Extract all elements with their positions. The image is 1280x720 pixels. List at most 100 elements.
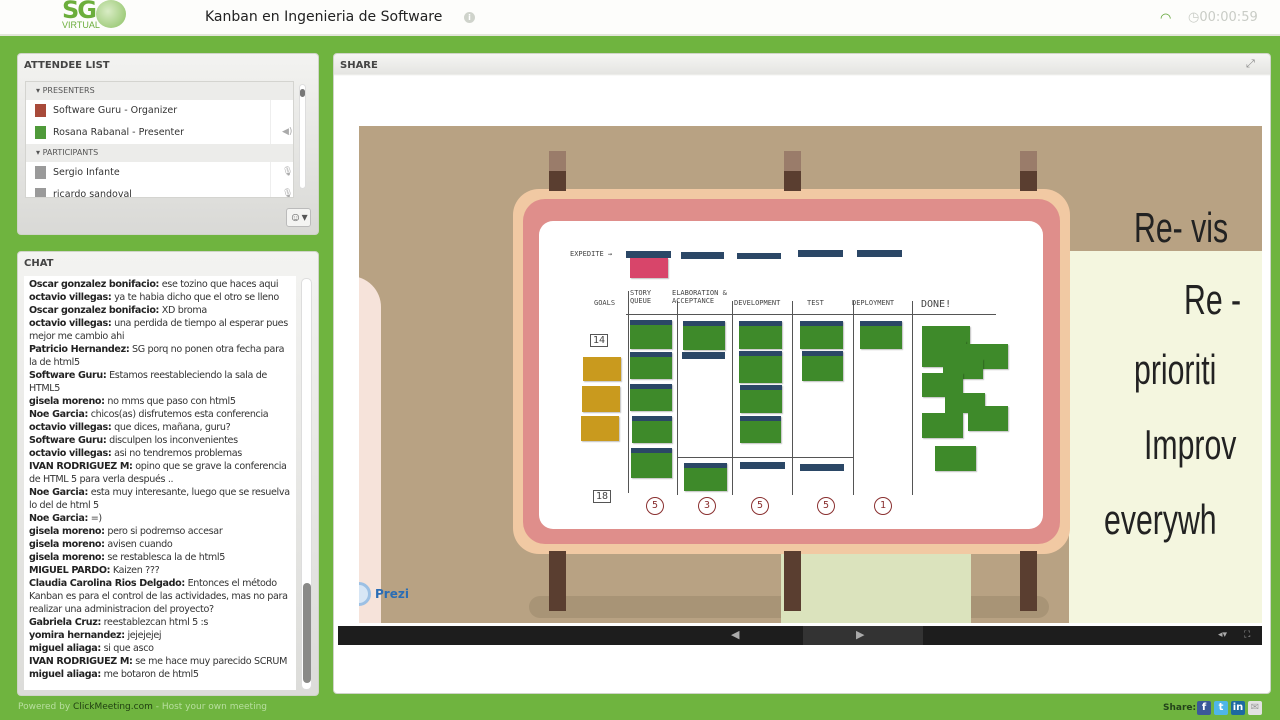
- attendee-group-header[interactable]: ▾ PARTICIPANTS: [26, 144, 293, 162]
- done-card: [922, 413, 963, 438]
- expedite-card: [630, 258, 668, 278]
- column-divider: [628, 291, 629, 493]
- connection-signal-icon: ◠: [1160, 10, 1172, 25]
- blue-blocker-strip: [857, 250, 902, 257]
- attendee-name: Software Guru - Organizer: [53, 105, 178, 116]
- share-label: Share:: [1163, 703, 1197, 713]
- chat-author: Software Guru:: [29, 435, 107, 446]
- chat-message: Noe Garcia: esta muy interesante, luego …: [29, 486, 294, 512]
- chat-author: MIGUEL PARDO:: [29, 565, 111, 576]
- chat-message: octavio villegas: una perdida de tiempo …: [29, 317, 294, 343]
- microphone-icon[interactable]: 🎙: [282, 167, 293, 177]
- chat-author: IVAN RODRIGUEZ M:: [29, 461, 133, 472]
- next-arrow-icon[interactable]: ▶: [856, 628, 864, 641]
- attendee-scrollbar[interactable]: [299, 84, 306, 189]
- column-header: DEPLOYMENT: [852, 299, 895, 307]
- attendee-item[interactable]: ricardo sandoval 🎙: [26, 184, 293, 198]
- column-divider: [732, 301, 733, 495]
- blue-blocker-strip: [800, 464, 844, 471]
- card-blocker-strip: [632, 416, 672, 421]
- card-blocker-strip: [630, 352, 672, 357]
- emoji-status-button[interactable]: ☺▾: [286, 208, 311, 227]
- chat-author: gisela moreno:: [29, 539, 105, 550]
- meeting-title: Kanban en Ingenieria de Software: [205, 9, 443, 25]
- done-card: [935, 446, 976, 471]
- chat-text: =): [90, 513, 102, 524]
- column-header: STORY QUEUE: [630, 289, 652, 305]
- expedite-label: EXPEDITE →: [570, 250, 613, 258]
- clickmeeting-link[interactable]: ClickMeeting.com: [73, 702, 153, 712]
- chat-text: chicos(as) disfrutemos esta conferencia: [90, 409, 269, 420]
- board-leg: [1020, 551, 1037, 611]
- blue-blocker-strip: [681, 252, 724, 259]
- kanban-board: EXPEDITE → GOALS STORY QUEUE ELABORATION & …: [539, 221, 1043, 529]
- card-blocker-strip: [630, 320, 672, 325]
- attendee-group-header[interactable]: ▾ PRESENTERS: [26, 82, 293, 100]
- chat-author: yomira hernandez:: [29, 630, 125, 641]
- attendee-item[interactable]: Sergio Infante 🎙: [26, 162, 293, 184]
- chat-author: Gabriela Cruz:: [29, 617, 101, 628]
- panel-title: ATTENDEE LIST: [24, 60, 110, 71]
- chat-text: disculpen los inconvenientes: [109, 435, 238, 446]
- chat-messages: Oscar gonzalez bonifacio: ese tozino que…: [24, 276, 296, 690]
- prezi-badge[interactable]: Prezi: [359, 582, 409, 606]
- card-blocker-strip: [800, 321, 843, 326]
- blue-blocker-strip: [737, 253, 781, 259]
- host-meeting-link[interactable]: - Host your own meeting: [153, 702, 267, 712]
- attendee-item[interactable]: Rosana Rabanal - Presenter ◀): [26, 122, 292, 144]
- scroll-thumb[interactable]: [300, 89, 305, 97]
- chat-text: ya te habia dicho que el otro se lleno: [114, 292, 279, 303]
- card-blocker-strip: [740, 385, 782, 390]
- fullscreen-icon[interactable]: ⤢: [1246, 58, 1255, 71]
- goal-card: [583, 357, 621, 381]
- chat-text: que dices, mañana, guru?: [114, 422, 231, 433]
- previous-arrow-icon[interactable]: ◀: [731, 628, 739, 641]
- column-header: ELABORATION & ACCEPTANCE: [672, 289, 727, 305]
- chat-author: miguel aliaga:: [29, 643, 101, 654]
- chat-text: se restablesca la de html5: [107, 552, 225, 563]
- attendee-name: ricardo sandoval: [53, 189, 132, 198]
- panel-title: SHARE: [340, 60, 378, 71]
- chat-message: Noe Garcia: =): [29, 512, 294, 525]
- sg-virtual-logo: SG VIRTUAL: [60, 0, 132, 32]
- chat-message: IVAN RODRIGUEZ M: opino que se grave la …: [29, 460, 294, 486]
- timer-value: 00:00:59: [1199, 10, 1258, 25]
- person-icon: [35, 166, 46, 179]
- wip-limit: 5: [817, 497, 835, 515]
- microphone-icon[interactable]: 🎙: [282, 189, 293, 197]
- facebook-icon[interactable]: f: [1197, 701, 1211, 715]
- attendee-list: ▾ PRESENTERS Software Guru - Organizer Ros…: [25, 81, 294, 198]
- volume-icon[interactable]: ◂▾: [1218, 629, 1227, 640]
- board-leg: [784, 551, 801, 611]
- board-post: [1020, 151, 1037, 191]
- blue-blocker-strip: [682, 352, 725, 359]
- email-icon[interactable]: ✉: [1248, 701, 1262, 715]
- chat-message: gisela moreno: no mms que paso con html5: [29, 395, 294, 408]
- wip-limit: 5: [751, 497, 769, 515]
- chat-text: no mms que paso con html5: [107, 396, 236, 407]
- card-blocker-strip: [740, 416, 781, 421]
- chat-message: IVAN RODRIGUEZ M: se me hace muy parecid…: [29, 655, 294, 668]
- linkedin-icon[interactable]: in: [1231, 701, 1245, 715]
- chat-message: Software Guru: Estamos reestableciendo l…: [29, 369, 294, 395]
- powered-prefix: Powered by: [18, 702, 74, 712]
- chat-message: octavio villegas: que dices, mañana, gur…: [29, 421, 294, 434]
- panel-title: CHAT: [24, 258, 54, 269]
- blue-blocker-strip: [798, 250, 843, 257]
- chat-author: Oscar gonzalez bonifacio:: [29, 279, 160, 290]
- scroll-thumb[interactable]: [303, 583, 311, 683]
- chat-scrollbar[interactable]: [301, 278, 312, 690]
- prezi-label: Prezi: [375, 587, 409, 601]
- prezi-logo-icon: [359, 582, 371, 606]
- info-icon[interactable]: i: [464, 12, 475, 23]
- twitter-icon[interactable]: t: [1214, 701, 1228, 715]
- chat-text: me botaron de html5: [103, 669, 199, 680]
- person-icon: [35, 188, 46, 197]
- card-blocker-strip: [739, 351, 782, 356]
- group-label: PRESENTERS: [42, 86, 95, 95]
- attendee-item[interactable]: Software Guru - Organizer: [26, 100, 271, 122]
- fullscreen-toggle-icon[interactable]: ⛶: [1244, 629, 1250, 640]
- shared-presentation: EXPEDITE → GOALS STORY QUEUE ELABORATION & …: [338, 78, 1262, 626]
- card-blocker-strip: [684, 463, 727, 468]
- chat-text: jejejejej: [127, 630, 162, 641]
